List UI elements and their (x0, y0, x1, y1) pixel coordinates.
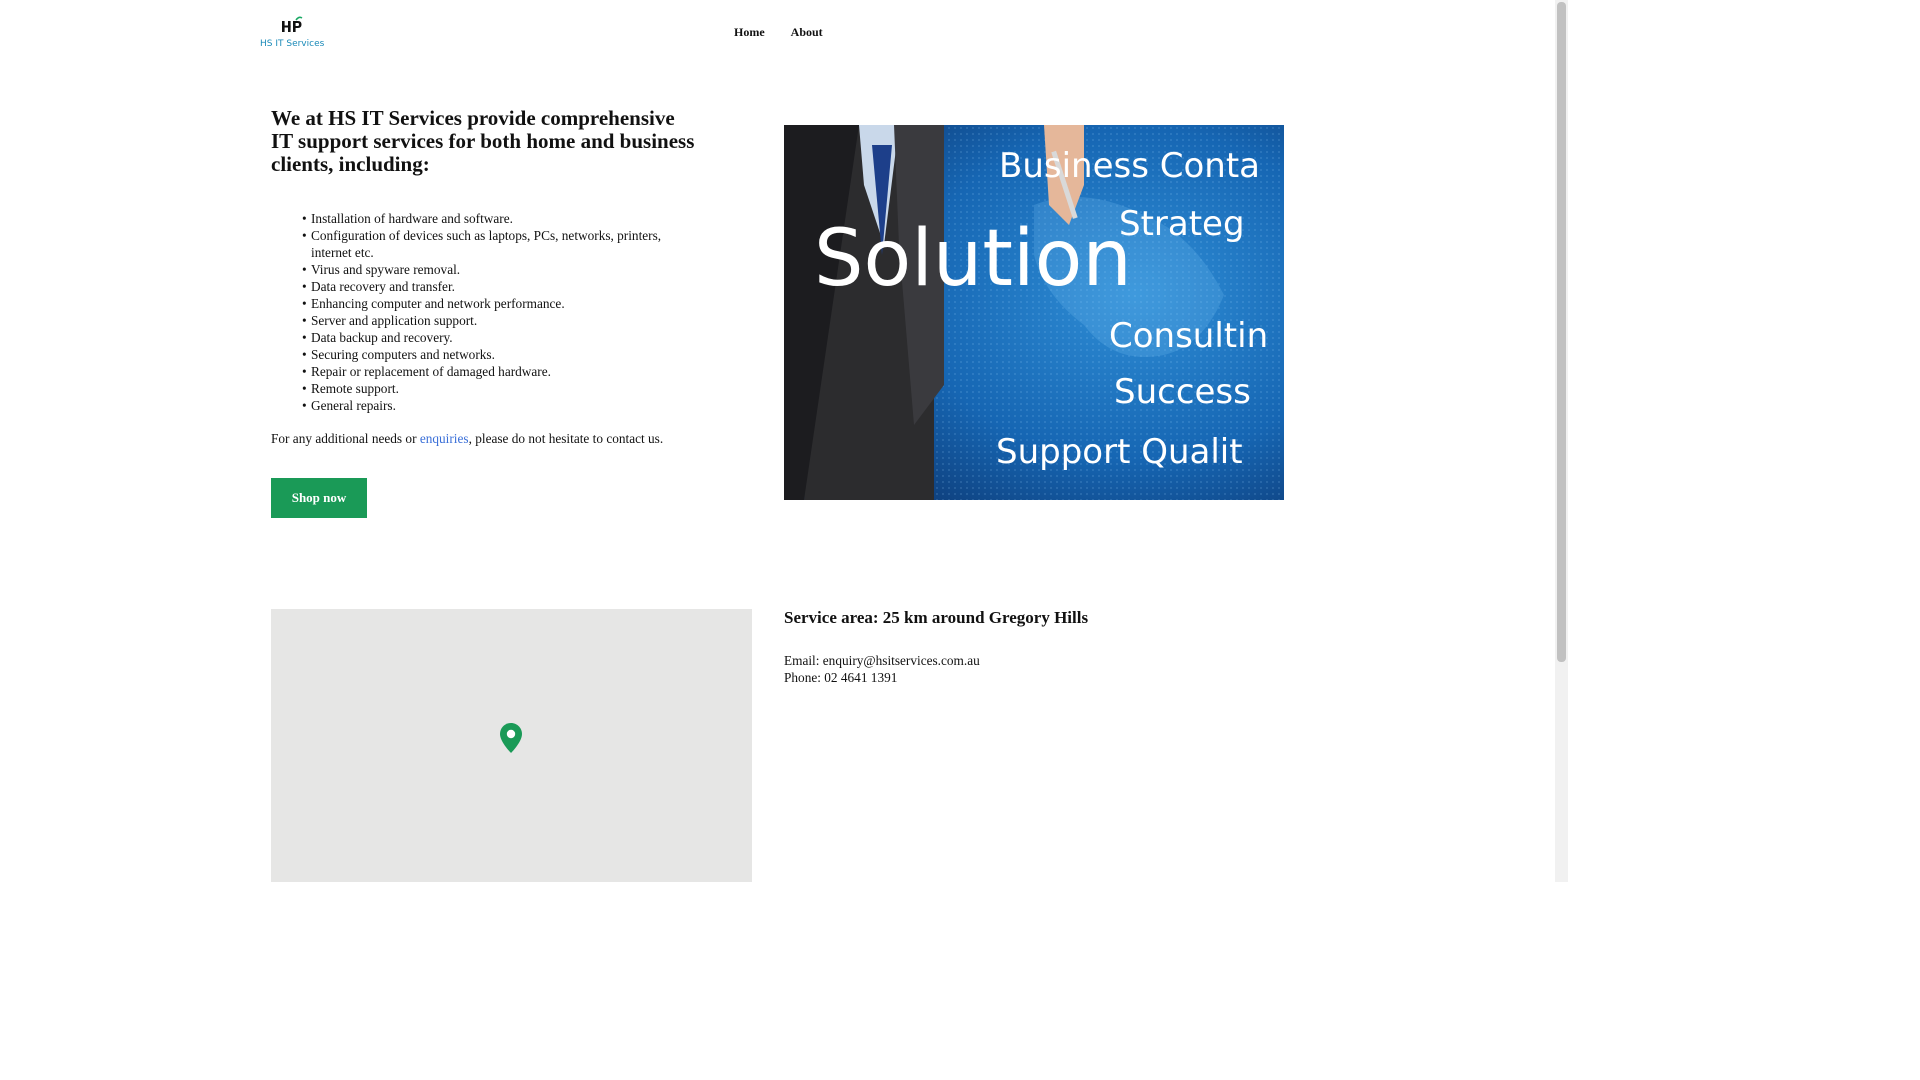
hero-word: Solution (814, 214, 1132, 304)
list-item: Remote support. (302, 380, 682, 397)
map-pin-icon[interactable] (500, 723, 522, 753)
solution-businessman-image: Solution Business Conta Strateg Consulti… (784, 125, 1284, 500)
page-scrollbar[interactable] (1555, 0, 1568, 882)
hero-word: Consultin (1109, 316, 1268, 356)
list-item: Installation of hardware and software. (302, 210, 682, 227)
list-item: Repair or replacement of damaged hardwar… (302, 363, 682, 380)
list-item: Enhancing computer and network performan… (302, 295, 682, 312)
list-item: Virus and spyware removal. (302, 261, 682, 278)
services-list: Installation of hardware and software. C… (302, 210, 682, 414)
contact-suffix: , please do not hesitate to contact us. (468, 431, 664, 446)
contact-details: Email: enquiry@hsitservices.com.au Phone… (784, 652, 980, 686)
nav-home[interactable]: Home (734, 25, 765, 40)
service-area-map[interactable] (271, 609, 752, 882)
list-item: General repairs. (302, 397, 682, 414)
service-area-title: Service area: 25 km around Gregory Hills (784, 608, 1089, 627)
main-nav: Home About (734, 25, 823, 40)
hero-image: Solution Business Conta Strateg Consulti… (784, 125, 1284, 500)
site-logo[interactable]: HS IT Services (260, 16, 325, 52)
shop-now-button[interactable]: Shop now (271, 478, 367, 518)
phone-line: Phone: 02 4641 1391 (784, 670, 898, 685)
intro-heading: We at HS IT Services provide comprehensi… (271, 106, 695, 176)
hero-word: Success (1114, 372, 1251, 412)
list-item: Server and application support. (302, 312, 682, 329)
nav-about[interactable]: About (791, 25, 823, 40)
hero-word: Business Conta (999, 146, 1260, 186)
contact-prefix: For any additional needs or (271, 431, 420, 446)
list-item: Data recovery and transfer. (302, 278, 682, 295)
scrollbar-thumb[interactable] (1557, 2, 1566, 662)
hero-word: Support Qualit (996, 432, 1243, 472)
list-item: Securing computers and networks. (302, 346, 682, 363)
email-line: Email: enquiry@hsitservices.com.au (784, 653, 980, 668)
list-item: Configuration of devices such as laptops… (302, 227, 682, 261)
contact-paragraph: For any additional needs or enquiries, p… (271, 430, 663, 447)
hsp-logo-icon (282, 16, 303, 32)
logo-text: HS IT Services (260, 39, 325, 49)
enquiries-link[interactable]: enquiries (420, 431, 469, 446)
hero-word: Strateg (1119, 204, 1245, 244)
list-item: Data backup and recovery. (302, 329, 682, 346)
